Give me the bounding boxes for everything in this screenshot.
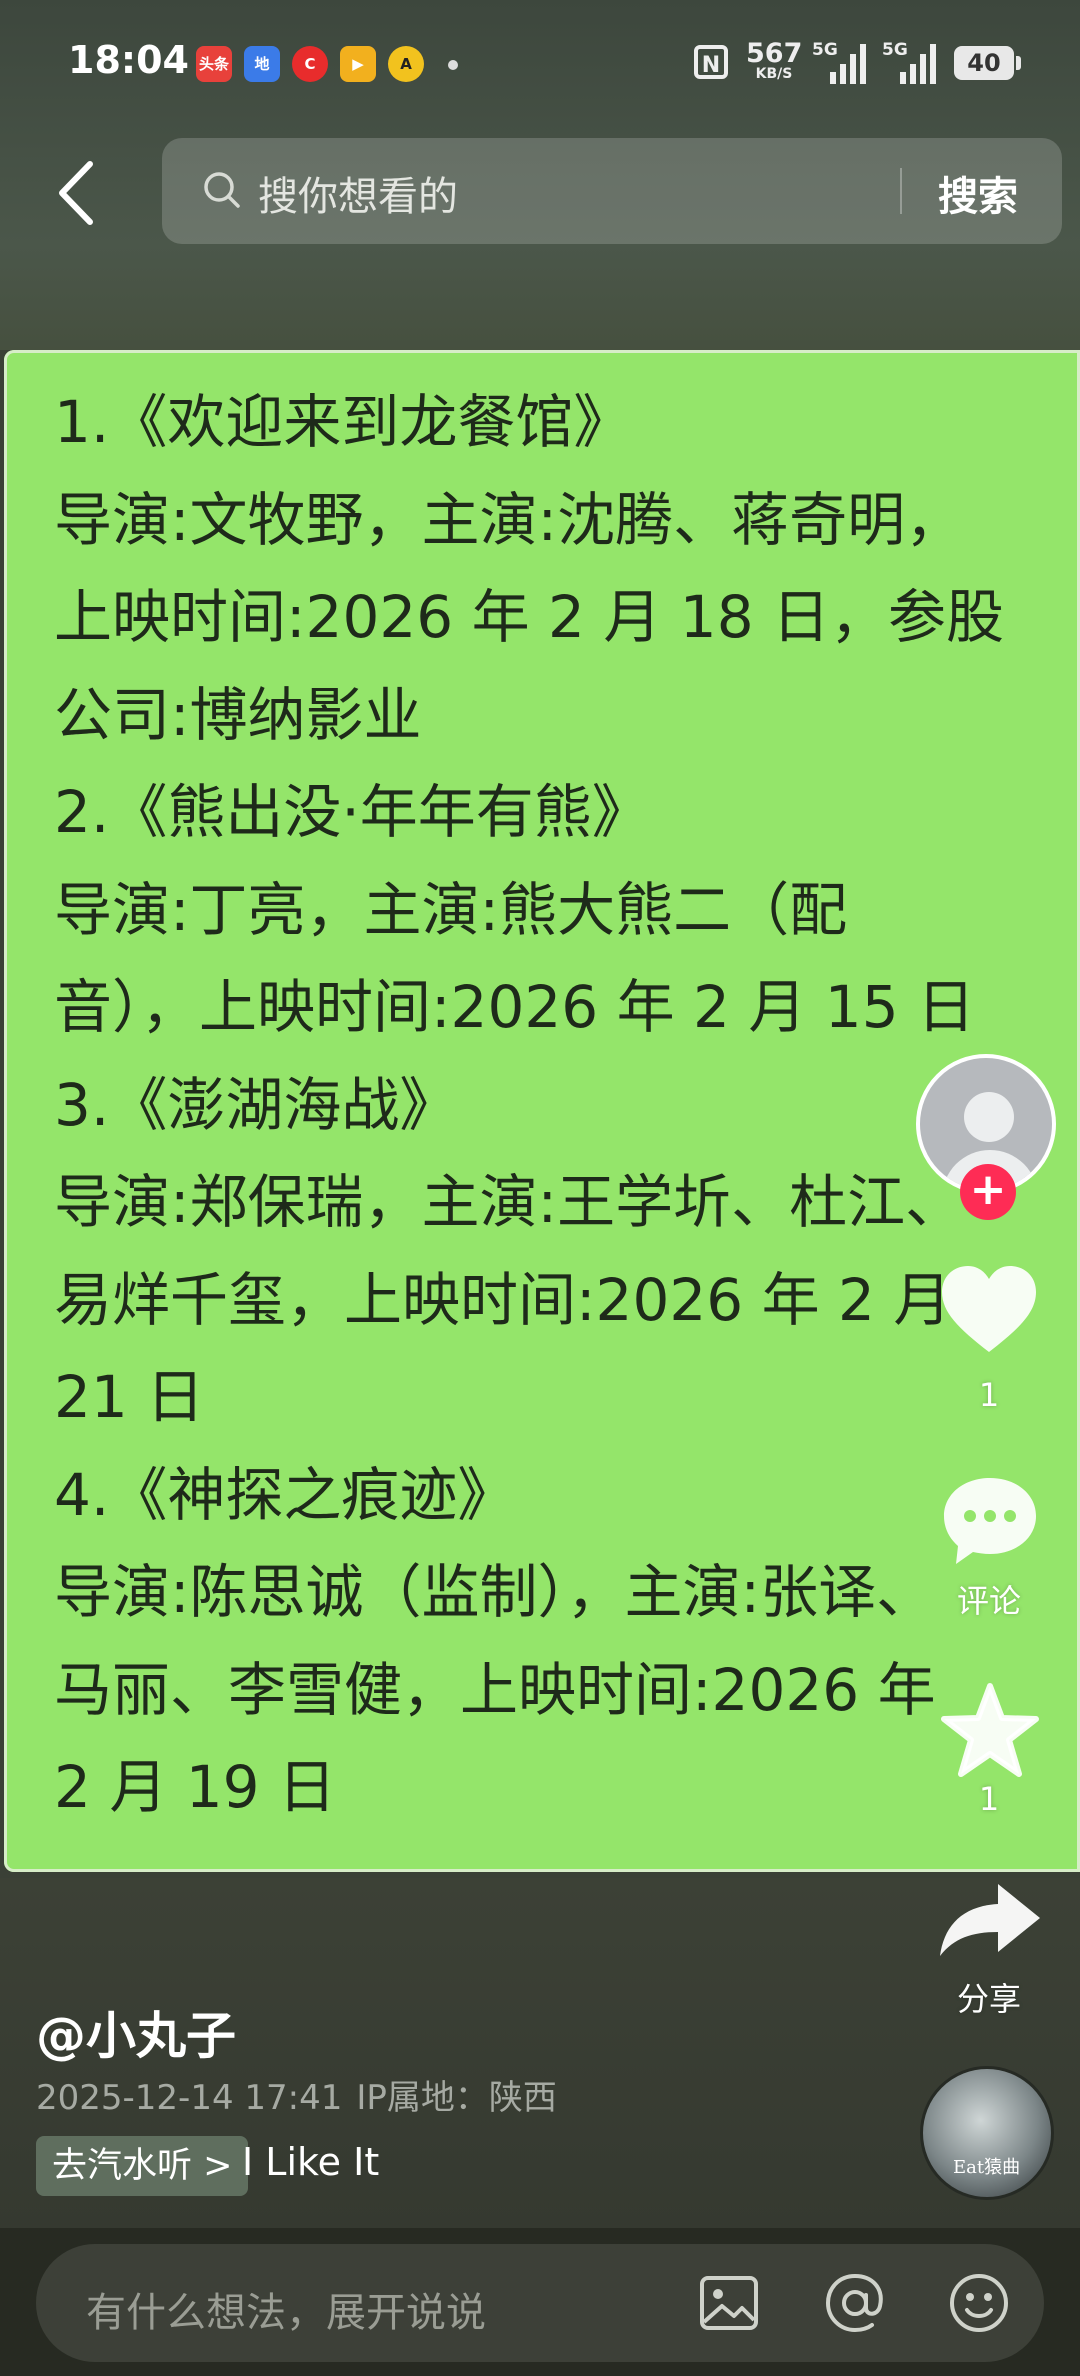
battery-icon: 40 <box>954 46 1014 80</box>
share-arrow-icon[interactable] <box>936 1880 1044 1960</box>
toutiao-app-icon: 头条 <box>196 46 232 82</box>
comment-label: 评论 <box>956 1582 1021 1620</box>
post-datetime: 2025-12-14 17:41 <box>36 2078 343 2118</box>
favorite-count: 1 <box>978 1780 1000 1818</box>
music-title[interactable]: I Like It <box>242 2140 379 2184</box>
post-line: 2.《熊出没·年年有熊》 <box>54 778 650 846</box>
back-button[interactable] <box>52 158 108 228</box>
network-speed-value: 567 <box>746 38 803 69</box>
search-divider <box>900 168 902 214</box>
post-line: 马丽、李雪健，上映时间:2026 年 <box>54 1655 936 1724</box>
post-line: 2 月 19 日 <box>54 1753 337 1821</box>
signal-2-label: 5G <box>882 40 908 60</box>
post-line: 导演:陈思诚（监制），主演:张译、 <box>54 1558 935 1626</box>
open-in-qishui-button[interactable]: 去汽水听 > <box>36 2136 249 2196</box>
map-app-icon: 地 <box>244 46 280 82</box>
status-time: 18:04 <box>68 38 189 82</box>
more-notifications-dot-icon <box>448 60 458 70</box>
post-line: 21 日 <box>54 1363 205 1431</box>
search-icon <box>204 172 240 208</box>
avatar-head <box>964 1092 1014 1142</box>
post-line: 上映时间:2026 年 2 月 18 日，参股 <box>54 583 1005 651</box>
signal-strength-icon: 5G <box>812 40 866 84</box>
post-line: 导演:丁亮，主演:熊大熊二（配 <box>54 875 848 944</box>
music-disc[interactable]: Eat猿曲 <box>920 2066 1054 2200</box>
mention-at-icon[interactable] <box>822 2270 888 2336</box>
post-text: 1.《欢迎来到龙餐馆》 导演:文牧野，主演:沈腾、蒋奇明， 上映时间:2026 … <box>54 374 1054 1837</box>
c-app-icon: C <box>292 46 328 82</box>
image-icon[interactable] <box>696 2270 762 2336</box>
search-bar[interactable]: 搜你想看的 搜索 <box>162 138 1062 244</box>
post-line: 易烊千玺，上映时间:2026 年 2 月 <box>54 1265 952 1334</box>
comment-icon[interactable] <box>940 1474 1040 1568</box>
yellow-app-icon: A <box>388 46 424 82</box>
follow-button[interactable]: + <box>960 1164 1016 1220</box>
comment-bar[interactable]: 有什么想法，展开说说 <box>36 2244 1044 2362</box>
signal-strength-2-icon: 5G <box>876 40 938 84</box>
post-line: 公司:博纳影业 <box>54 680 422 749</box>
share-label: 分享 <box>956 1980 1021 2018</box>
heart-icon[interactable] <box>938 1262 1040 1358</box>
status-bar: 18:04 头条 地 C ▶ A N 567 KB/S 5G 5G 40 <box>0 0 1080 120</box>
post-line: 导演:文牧野，主演:沈腾、蒋奇明， <box>54 485 964 554</box>
music-disc-text: Eat猿曲 <box>953 2157 1021 2178</box>
comment-input[interactable]: 有什么想法，展开说说 <box>86 2280 486 2338</box>
star-icon[interactable] <box>940 1682 1040 1778</box>
nfc-icon: N <box>694 45 728 79</box>
chevron-left-icon <box>59 161 93 225</box>
video-app-icon: ▶ <box>340 46 376 82</box>
post-line: 导演:郑保瑞，主演:王学圻、杜江、 <box>54 1168 964 1236</box>
post-line: 1.《欢迎来到龙餐馆》 <box>54 388 632 456</box>
search-button[interactable]: 搜索 <box>938 164 1018 222</box>
post-line: 3.《澎湖海战》 <box>54 1070 458 1139</box>
like-count: 1 <box>978 1376 1000 1414</box>
post-meta: 2025-12-14 17:41 IP属地：陕西 <box>36 2070 571 2119</box>
author-username[interactable]: @小丸子 <box>36 1996 236 2068</box>
signal-1-label: 5G <box>812 40 838 60</box>
network-speed-unit: KB/S <box>755 66 793 82</box>
network-speed: 567 KB/S <box>746 40 802 81</box>
battery-tip <box>1016 56 1021 70</box>
emoji-icon[interactable] <box>946 2270 1012 2336</box>
post-line: 音），上映时间:2026 年 2 月 15 日 <box>54 973 976 1041</box>
ip-location: IP属地：陕西 <box>356 2078 557 2118</box>
post-line: 4.《神探之痕迹》 <box>54 1460 516 1529</box>
search-input[interactable]: 搜你想看的 <box>258 164 458 222</box>
